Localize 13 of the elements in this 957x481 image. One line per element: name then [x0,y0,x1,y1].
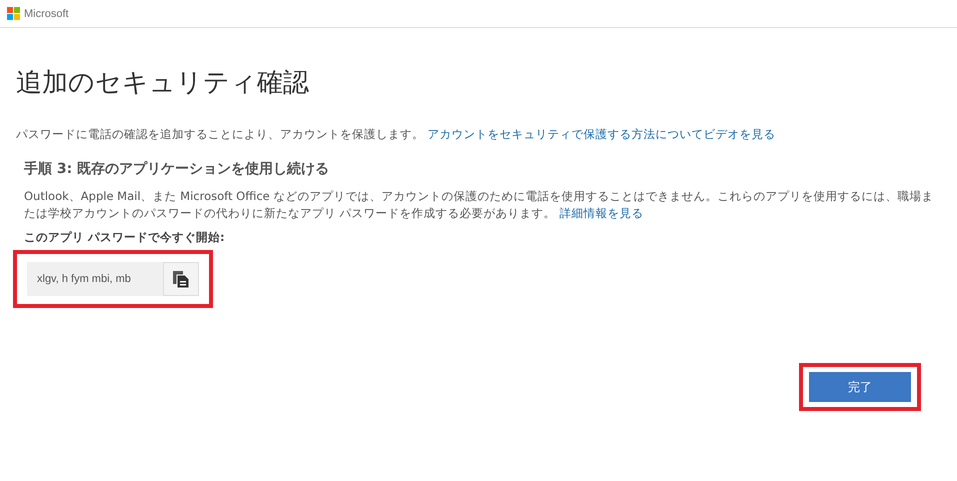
video-link[interactable]: アカウントをセキュリティで保護する方法についてビデオを見る [428,127,776,141]
intro-text: パスワードに電話の確認を追加することにより、アカウントを保護します。 アカウントをセキュリティで保護する方法についてビデオを見る [16,126,777,143]
done-button[interactable]: 完了 [809,372,911,402]
step-heading: 手順 3: 既存のアプリケーションを使用し続ける [24,160,330,178]
page-title: 追加のセキュリティ確認 [16,67,310,100]
copy-icon [171,269,191,289]
copy-button[interactable] [163,262,199,296]
password-label: このアプリ パスワードで今すぐ開始: [24,230,226,245]
microsoft-logo-icon [7,7,20,20]
step-description: Outlook、Apple Mail、また Microsoft Office などのアプリでは、アカウントの保護のために電話を使用することはできません。これらのアプリを使用するには、職場または学校アカウントのパスワードの代わりに新たなアプリ パスワードを作成する必要があります。 詳細情報を見る [24,188,934,222]
password-field[interactable]: xlgv, h fym mbi, mb [27,262,163,296]
more-info-link[interactable]: 詳細情報を見る [559,206,644,220]
brand-name: Microsoft [24,8,69,20]
